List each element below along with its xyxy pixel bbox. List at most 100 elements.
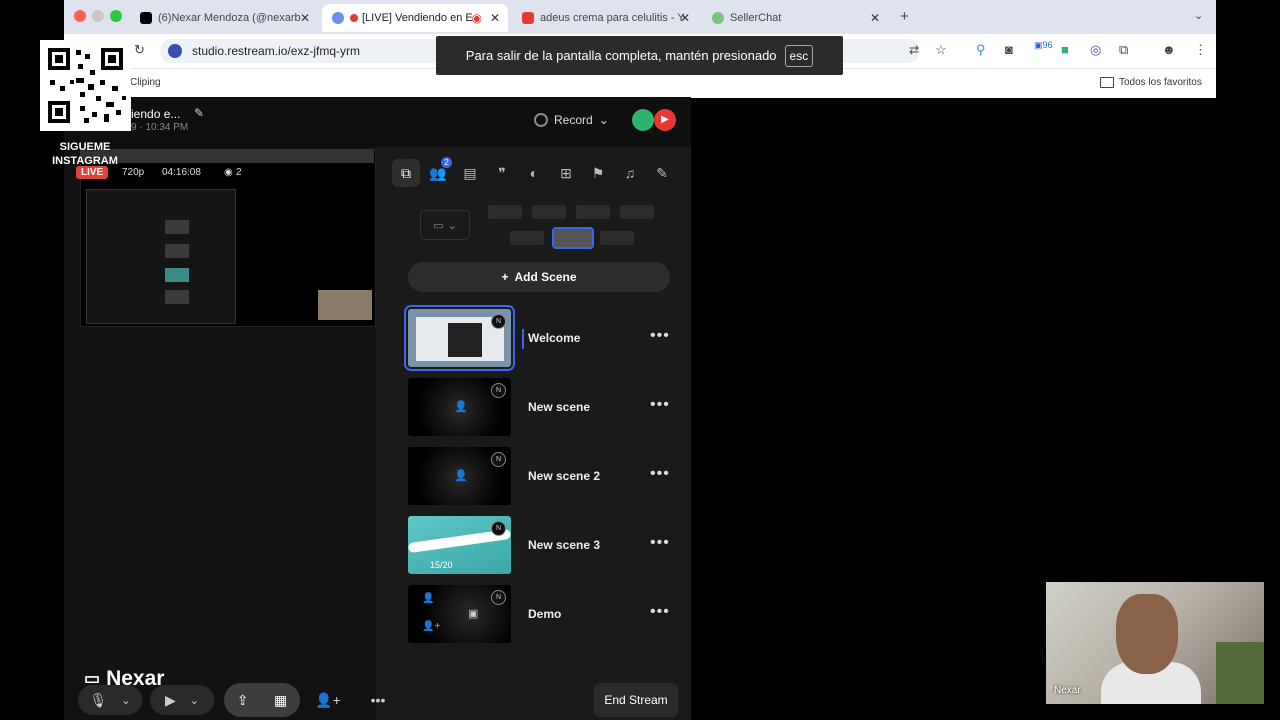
layout-option[interactable] (510, 231, 544, 245)
scene-item-welcome[interactable]: N Welcome ••• (404, 305, 672, 371)
more-options-icon[interactable]: ••• (364, 685, 392, 715)
active-scene-indicator (522, 329, 524, 349)
browser-menu-icon[interactable]: ⋮ (1194, 42, 1207, 58)
layout-option[interactable] (488, 205, 522, 219)
tab-restream-live[interactable]: [LIVE] Vendiendo en E ◉ ✕ (322, 4, 508, 32)
n-badge-icon: N (491, 521, 506, 536)
tab-label: adeus crema para celulitis - Y (540, 12, 685, 24)
tab-label: SellerChat (730, 12, 782, 24)
close-tab-icon[interactable]: ✕ (680, 11, 690, 25)
quote-tool-icon[interactable]: ❞ (488, 159, 516, 187)
background-plant (1216, 642, 1264, 704)
purple-extension-icon[interactable]: ◎ (1090, 42, 1101, 58)
url-text: studio.restream.io/exz-jfmq-yrm (192, 44, 361, 58)
more-options-icon[interactable]: ••• (650, 465, 670, 483)
chat-tool-icon[interactable]: ▤ (456, 159, 484, 187)
fullscreen-exit-toast: Para salir de la pantalla completa, mant… (436, 36, 843, 75)
scene-item-new-scene-2[interactable]: 👤 N New scene 2 ••• (408, 447, 672, 507)
camera-control[interactable]: ▶︎ ⌄ (150, 685, 214, 715)
all-bookmarks-label: Todos los favoritos (1119, 77, 1202, 88)
translate-icon[interactable]: ⇄ (909, 43, 919, 57)
camera-icon[interactable]: ◙ (1005, 42, 1013, 57)
banner-tool-icon[interactable]: ⚑ (584, 159, 612, 187)
record-icon (534, 113, 548, 127)
maximize-window-button[interactable] (110, 10, 122, 22)
tab-tiktok[interactable]: (6)Nexar Mendoza (@nexarb ✕ (130, 4, 318, 32)
qr-tool-icon[interactable]: ⊞ (552, 159, 580, 187)
close-window-button[interactable] (74, 10, 86, 22)
guests-tool-icon[interactable]: 👥 2 (424, 157, 452, 187)
close-tab-icon[interactable]: ✕ (300, 11, 310, 25)
more-options-icon[interactable]: ••• (650, 534, 670, 552)
scene-item-new-scene-3[interactable]: N 15/20 New scene 3 ••• (408, 516, 672, 576)
scene-item-demo[interactable]: 👤 👤+ ▣ N Demo ••• (408, 585, 672, 645)
site-info-icon[interactable] (168, 44, 182, 58)
scene-thumbnail[interactable]: 👤 N (408, 378, 511, 436)
scene-name: New scene 3 (528, 538, 601, 552)
screen-share-control[interactable]: ⇪ ▦ (224, 683, 300, 717)
scene-thumbnail[interactable]: N 15/20 (408, 516, 511, 574)
scenes-tool-icon[interactable]: ⧉ (392, 159, 420, 187)
layout-option[interactable] (576, 205, 610, 219)
music-tool-icon[interactable]: ♫ (616, 159, 644, 187)
studio-bottom-controls: 🎙 ⌄ ▶︎ ⌄ ⇪ ▦ 👤+ ••• End Stream (64, 680, 691, 720)
destination-avatar-icon[interactable] (632, 109, 654, 131)
tab-youtube[interactable]: adeus crema para celulitis - Y ✕ (512, 4, 698, 32)
all-bookmarks[interactable]: Todos los favoritos (1100, 77, 1202, 88)
extensions-puzzle-icon[interactable]: ⧉ (1119, 42, 1128, 58)
youtube-destination-icon[interactable]: ▶ (654, 109, 676, 131)
add-scene-button[interactable]: + Add Scene (408, 262, 670, 292)
layout-option[interactable] (532, 205, 566, 219)
brand-palette-icon[interactable]: ◐ (520, 159, 548, 187)
edit-pencil-icon[interactable]: ✎ (194, 106, 204, 120)
profile-avatar-icon[interactable]: ☻ (1162, 42, 1176, 57)
toast-message: Para salir de la pantalla completa, mant… (465, 48, 777, 63)
bookmark-star-icon[interactable]: ☆ (935, 42, 947, 58)
close-tab-icon[interactable]: ✕ (490, 11, 500, 25)
layout-device-select[interactable]: ▭ ⌄ (420, 210, 470, 240)
chevron-down-icon[interactable]: ⌄ (190, 694, 199, 707)
r-extension-icon[interactable]: ■ (1061, 42, 1069, 57)
invite-guest-icon[interactable]: 👤+ (314, 685, 342, 715)
bookmark-cliping[interactable]: Cliping (130, 77, 161, 88)
n-badge-icon: N (491, 590, 506, 605)
stage-panel: LIVE 720p 04:16:08 ◉ 2 ▭ Nexar (64, 97, 376, 720)
youtube-icon (522, 12, 534, 24)
layout-option[interactable] (620, 205, 654, 219)
notes-tool-icon[interactable]: ✎ (648, 159, 676, 187)
layout-option-selected[interactable] (552, 227, 594, 249)
tab-search-chevron-icon[interactable]: ⌄ (1194, 9, 1203, 22)
tab-label: (6)Nexar Mendoza (@nexarb (158, 12, 301, 24)
more-options-icon[interactable]: ••• (650, 327, 670, 345)
add-person-icon: 👤+ (422, 621, 441, 632)
scene-thumbnail[interactable]: 👤 👤+ ▣ N (408, 585, 511, 643)
close-tab-icon[interactable]: ✕ (870, 11, 880, 25)
person-icon: 👤 (422, 593, 435, 604)
microphone-control[interactable]: 🎙 ⌄ (78, 685, 142, 715)
record-button[interactable]: Record ⌄ (534, 107, 609, 133)
layout-option[interactable] (600, 231, 634, 245)
more-options-icon[interactable]: ••• (650, 603, 670, 621)
new-tab-button[interactable]: + (900, 8, 909, 25)
screen-share-icon[interactable]: ⇪ (237, 692, 249, 709)
sellerchat-icon (712, 12, 724, 24)
end-stream-button[interactable]: End Stream (594, 683, 678, 717)
layout-toggle-icon[interactable]: ▦ (274, 692, 287, 709)
minimize-window-button[interactable] (92, 10, 104, 22)
scene-item-new-scene[interactable]: 👤 N New scene ••• (408, 378, 672, 438)
scene-thumbnail[interactable]: N (404, 305, 515, 371)
add-scene-label: Add Scene (514, 270, 577, 284)
viewers-eye-icon: ◉ (224, 167, 233, 178)
webcam-name-label: Nexar (1054, 685, 1081, 696)
webcam-overlay: Nexar (1046, 582, 1264, 704)
recording-dot-icon (350, 14, 358, 22)
preview-screen-content (86, 189, 236, 324)
zoom-icon[interactable]: ⚲ (976, 42, 986, 58)
stream-title[interactable]: iendo e... (131, 107, 180, 121)
tab-sellerchat[interactable]: SellerChat ✕ (702, 4, 888, 32)
scene-thumbnail[interactable]: 👤 N (408, 447, 511, 505)
chevron-down-icon[interactable]: ⌄ (121, 694, 130, 707)
more-options-icon[interactable]: ••• (650, 396, 670, 414)
reload-icon[interactable]: ↻ (134, 42, 145, 58)
extension-badge-icon[interactable]: ▣96 (1034, 40, 1053, 51)
